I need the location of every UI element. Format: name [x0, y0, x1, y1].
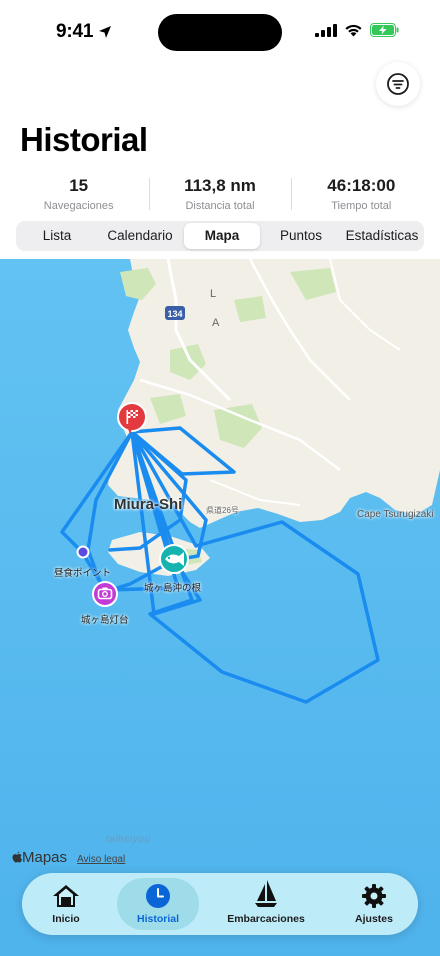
photo-spot-marker[interactable]: [92, 581, 118, 607]
tab-bar: Inicio Historial Embarcaciones Ajustes: [22, 873, 418, 935]
segment-calendario[interactable]: Calendario: [96, 223, 184, 249]
tab-inicio[interactable]: Inicio: [34, 873, 98, 935]
legal-link[interactable]: Aviso legal: [77, 854, 125, 865]
wifi-icon: [345, 24, 362, 37]
gear-icon: [362, 884, 386, 908]
map-area-letter: L: [210, 288, 216, 300]
tab-label: Ajustes: [355, 913, 393, 925]
tab-label: Embarcaciones: [227, 913, 305, 925]
tab-label: Inicio: [52, 913, 80, 925]
apple-logo-icon: [12, 851, 22, 863]
summary-stats: 15 Navegaciones 113,8 nm Distancia total…: [8, 176, 432, 214]
segment-mapa[interactable]: Mapa: [184, 223, 260, 249]
fishing-spot-marker[interactable]: [159, 544, 189, 574]
stat-distance: 113,8 nm Distancia total: [149, 176, 290, 214]
land-peninsula: [108, 259, 440, 528]
stat-time: 46:18:00 Tiempo total: [290, 176, 432, 214]
maps-brand-text: Mapas: [22, 849, 68, 866]
map-road-label: 県道26号: [206, 506, 239, 515]
stat-label: Distancia total: [185, 200, 255, 212]
sailboat-icon: [255, 880, 277, 907]
page-title: Historial: [20, 121, 148, 158]
route-shield-number: 134: [167, 309, 182, 319]
map-poi-fishing-label: 城ヶ島沖の根: [144, 583, 202, 594]
map-poi-lunch-label: 昼食ポイント: [54, 568, 112, 579]
map-cape-label: Cape Tsurugizaki: [357, 509, 434, 520]
map-area-letter: A: [212, 317, 220, 329]
stat-value: 113,8 nm: [184, 176, 256, 195]
tab-historial[interactable]: Historial: [117, 873, 199, 935]
voyage-map[interactable]: 134 L A Miura-Shi Cape Tsurugizaki 県道26号…: [0, 259, 440, 956]
segment-estadisticas[interactable]: Estadísticas: [342, 223, 422, 249]
view-segmented-control: Lista Calendario Mapa Puntos Estadística…: [16, 221, 424, 251]
segment-puntos[interactable]: Puntos: [260, 223, 342, 249]
tab-ajustes[interactable]: Ajustes: [342, 873, 406, 935]
filter-icon: [387, 73, 409, 95]
tab-label: Historial: [136, 913, 179, 925]
status-icons: [315, 23, 400, 37]
filter-button[interactable]: [376, 62, 420, 106]
stat-voyages: 15 Navegaciones: [8, 176, 149, 214]
map-sea-name: taiheiyou: [106, 834, 151, 845]
stat-value: 46:18:00: [327, 176, 396, 195]
stat-value: 15: [69, 176, 89, 195]
maps-logo: Mapas: [12, 849, 67, 866]
stat-label: Navegaciones: [43, 200, 114, 212]
cellular-signal-icon: [315, 23, 337, 37]
lunch-point-marker[interactable]: [76, 545, 90, 559]
stat-label: Tiempo total: [331, 200, 392, 212]
clock-icon: [146, 884, 170, 908]
status-time: 9:41: [56, 21, 94, 42]
segment-lista[interactable]: Lista: [18, 223, 96, 249]
status-bar: 9:41: [0, 0, 440, 62]
map-city-label: Miura-Shi: [114, 496, 183, 513]
dynamic-island: [158, 14, 282, 51]
location-arrow-icon: [99, 26, 111, 38]
map-poi-lighthouse-label: 城ヶ島灯台: [81, 615, 129, 626]
tab-embarcaciones[interactable]: Embarcaciones: [218, 873, 314, 935]
battery-charging-icon: [370, 23, 399, 37]
home-icon: [53, 885, 79, 907]
map-attribution: Mapas Aviso legal: [12, 849, 125, 866]
